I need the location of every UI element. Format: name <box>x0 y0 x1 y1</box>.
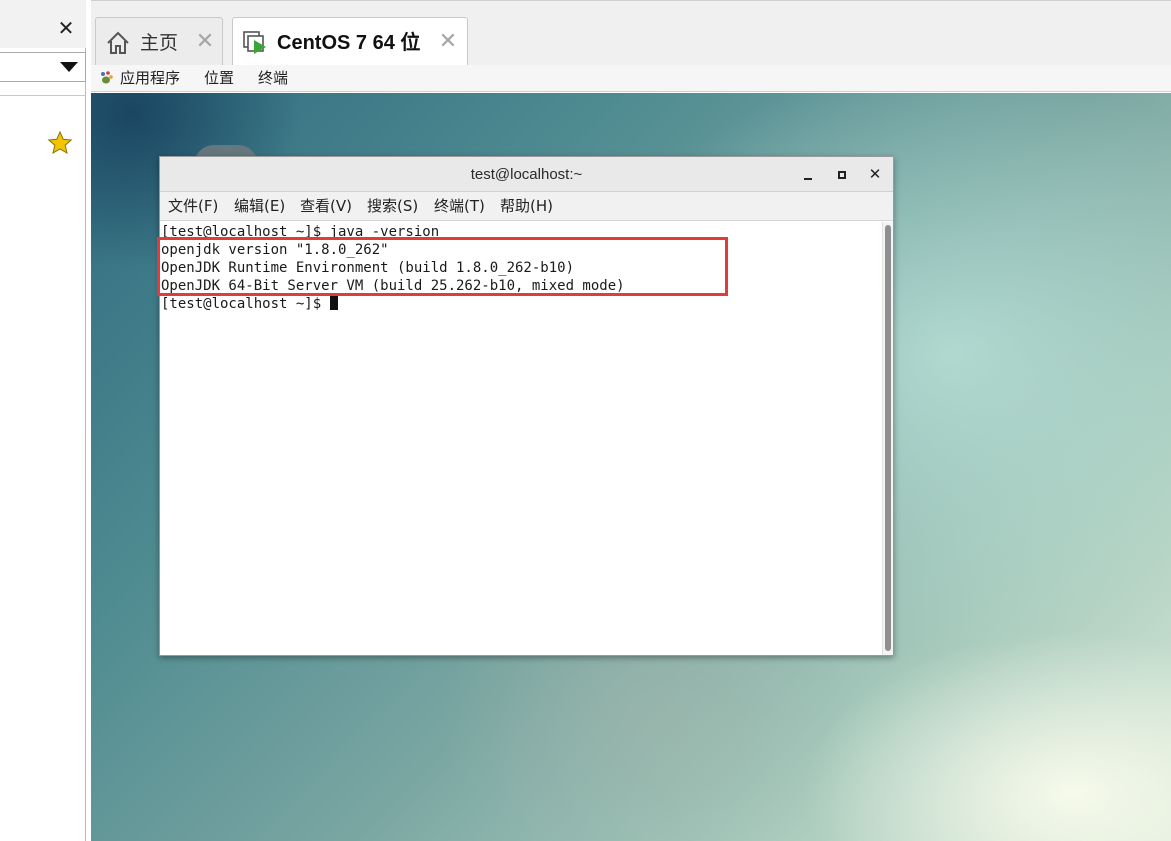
guest-desktop[interactable]: test@localhost:~ ✕ 文件(F) 编辑(E) 查看(V) 搜索(… <box>91 93 1171 841</box>
gnome-top-bar: 应用程序 位置 终端 <box>91 65 1171 92</box>
library-dropdown[interactable] <box>0 52 86 82</box>
close-button[interactable]: ✕ <box>865 164 885 184</box>
library-divider <box>0 95 86 96</box>
tab-home-close-icon[interactable]: ✕ <box>194 30 216 54</box>
gnome-applications-label: 应用程序 <box>120 69 181 87</box>
terminal-titlebar[interactable]: test@localhost:~ ✕ <box>160 157 893 192</box>
vm-running-icon <box>243 31 266 54</box>
library-pane: ✕ <box>0 0 86 841</box>
terminal-title: test@localhost:~ <box>470 166 583 183</box>
menu-search[interactable]: 搜索(S) <box>367 197 418 216</box>
terminal-output[interactable]: [test@localhost ~]$ java -version openjd… <box>157 222 882 655</box>
gnome-terminal-menu[interactable]: 终端 <box>258 68 288 88</box>
terminal-menubar: 文件(F) 编辑(E) 查看(V) 搜索(S) 终端(T) 帮助(H) <box>160 192 893 221</box>
menu-terminal[interactable]: 终端(T) <box>434 197 485 216</box>
tab-centos-vm-label: CentOS 7 64 位 <box>277 32 421 54</box>
terminal-scrollbar[interactable] <box>882 222 893 655</box>
maximize-button[interactable] <box>832 164 852 184</box>
gnome-foot-icon <box>101 71 113 84</box>
chevron-down-icon[interactable] <box>60 62 78 72</box>
gnome-applications-menu[interactable]: 应用程序 <box>99 68 180 88</box>
home-icon <box>107 31 129 54</box>
terminal-line-prompt[interactable]: [test@localhost ~]$ <box>161 295 338 313</box>
tab-home[interactable]: 主页 ✕ <box>95 17 223 66</box>
menu-help[interactable]: 帮助(H) <box>500 197 553 216</box>
vm-area: 主页 ✕ CentOS 7 64 位 ✕ 应用程序 位置 终端 test@loc… <box>91 0 1171 841</box>
tab-bar: 主页 ✕ CentOS 7 64 位 ✕ <box>91 0 1171 66</box>
tab-centos-vm[interactable]: CentOS 7 64 位 ✕ <box>232 17 468 66</box>
tab-centos-vm-close-icon[interactable]: ✕ <box>437 30 459 54</box>
menu-edit[interactable]: 编辑(E) <box>234 197 285 216</box>
terminal-scroll-thumb[interactable] <box>885 225 891 651</box>
gnome-places-menu[interactable]: 位置 <box>204 68 234 88</box>
highlight-annotation <box>157 237 728 296</box>
text-cursor <box>329 295 338 310</box>
library-header: ✕ <box>0 0 86 48</box>
terminal-window[interactable]: test@localhost:~ ✕ 文件(F) 编辑(E) 查看(V) 搜索(… <box>157 156 894 656</box>
library-close-button[interactable]: ✕ <box>55 17 77 39</box>
star-icon[interactable] <box>47 130 73 156</box>
tab-home-label: 主页 <box>140 32 179 54</box>
terminal-prompt: [test@localhost ~]$ <box>161 296 330 312</box>
menu-file[interactable]: 文件(F) <box>168 197 218 216</box>
menu-view[interactable]: 查看(V) <box>300 197 352 216</box>
minimize-button[interactable] <box>798 164 818 184</box>
